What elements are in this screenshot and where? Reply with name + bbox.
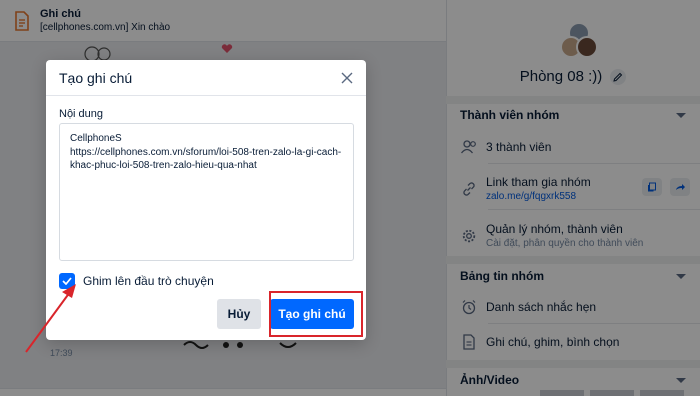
checkmark-icon	[62, 277, 72, 285]
dialog-header: Tạo ghi chú	[46, 60, 366, 96]
dialog-title: Tạo ghi chú	[59, 69, 133, 86]
cancel-button[interactable]: Hủy	[217, 299, 261, 329]
pin-checkbox[interactable]	[59, 273, 75, 289]
close-button[interactable]	[338, 69, 356, 87]
pin-conversation-option[interactable]: Ghim lên đầu trò chuyện	[59, 273, 214, 289]
content-label: Nội dung	[59, 108, 104, 120]
pin-label: Ghim lên đầu trò chuyện	[83, 274, 214, 288]
note-content-textarea[interactable]: CellphoneS https://cellphones.com.vn/sfo…	[59, 123, 354, 261]
highlight-box	[269, 291, 363, 337]
close-icon	[341, 72, 353, 84]
